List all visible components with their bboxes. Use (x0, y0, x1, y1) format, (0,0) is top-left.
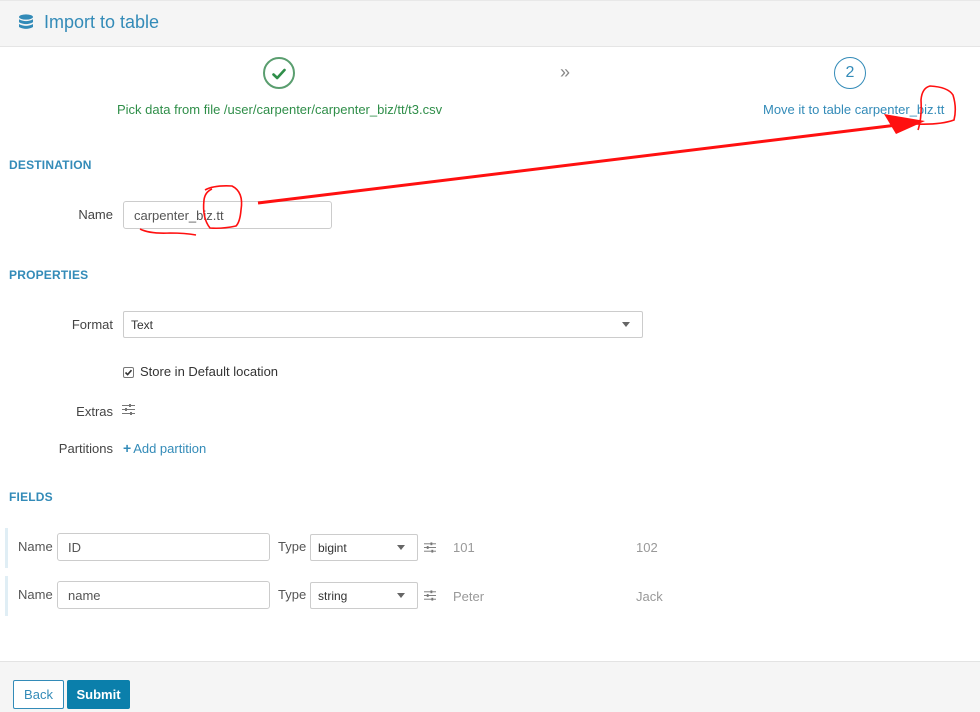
field-name-label: Name (18, 539, 53, 554)
step1-indicator[interactable] (263, 57, 295, 89)
store-default-label[interactable]: Store in Default location (140, 364, 278, 379)
store-default-checkbox[interactable] (123, 367, 134, 378)
add-partition-link[interactable]: + Add partition (123, 440, 206, 456)
field-type-value: bigint (318, 541, 347, 555)
step2-label[interactable]: Move it to table carpenter_biz.tt (763, 102, 944, 117)
back-button[interactable]: Back (13, 680, 64, 709)
fields-section-title: FIELDS (9, 490, 53, 504)
database-icon (19, 14, 33, 29)
format-select-value: Text (131, 318, 154, 332)
sliders-icon[interactable] (424, 590, 436, 601)
field-name-input[interactable] (57, 581, 270, 609)
field-type-label: Type (278, 587, 307, 602)
sample-value: 102 (636, 540, 658, 555)
page-title: Import to table (44, 12, 160, 32)
partitions-label: Partitions (58, 441, 113, 456)
check-icon (272, 68, 286, 80)
format-select[interactable]: Text (123, 311, 643, 338)
field-type-label: Type (278, 539, 307, 554)
sliders-icon[interactable] (424, 542, 436, 553)
format-label: Format (71, 317, 113, 332)
field-type-value: string (318, 589, 348, 603)
sample-value: Jack (636, 589, 663, 604)
chevron-down-icon (397, 593, 405, 598)
plus-icon: + (123, 440, 132, 456)
field-row: Name Type bigint 101 102 (5, 528, 705, 568)
field-row: Name Type string Peter Jack (5, 576, 705, 616)
chevron-down-icon (622, 322, 630, 327)
field-name-input[interactable] (57, 533, 270, 561)
properties-section-title: PROPERTIES (9, 268, 89, 282)
step-separator-icon: » (560, 62, 571, 82)
field-type-select[interactable]: string (310, 582, 418, 609)
page-footer: Back Submit (0, 661, 980, 712)
destination-name-label: Name (78, 207, 113, 222)
submit-button[interactable]: Submit (67, 680, 130, 709)
step2-indicator[interactable]: 2 (834, 57, 866, 89)
check-icon (124, 369, 133, 376)
sliders-icon[interactable] (122, 404, 135, 415)
destination-name-input[interactable] (123, 201, 332, 229)
add-partition-label: Add partition (133, 441, 207, 456)
extras-label: Extras (76, 404, 113, 419)
destination-section-title: DESTINATION (9, 158, 92, 172)
field-type-select[interactable]: bigint (310, 534, 418, 561)
sample-value: Peter (453, 589, 485, 604)
field-name-label: Name (18, 587, 53, 602)
step1-label[interactable]: Pick data from file /user/carpenter/carp… (117, 102, 442, 117)
page-header: Import to table (0, 0, 980, 47)
sample-value: 101 (453, 540, 475, 555)
chevron-down-icon (397, 545, 405, 550)
